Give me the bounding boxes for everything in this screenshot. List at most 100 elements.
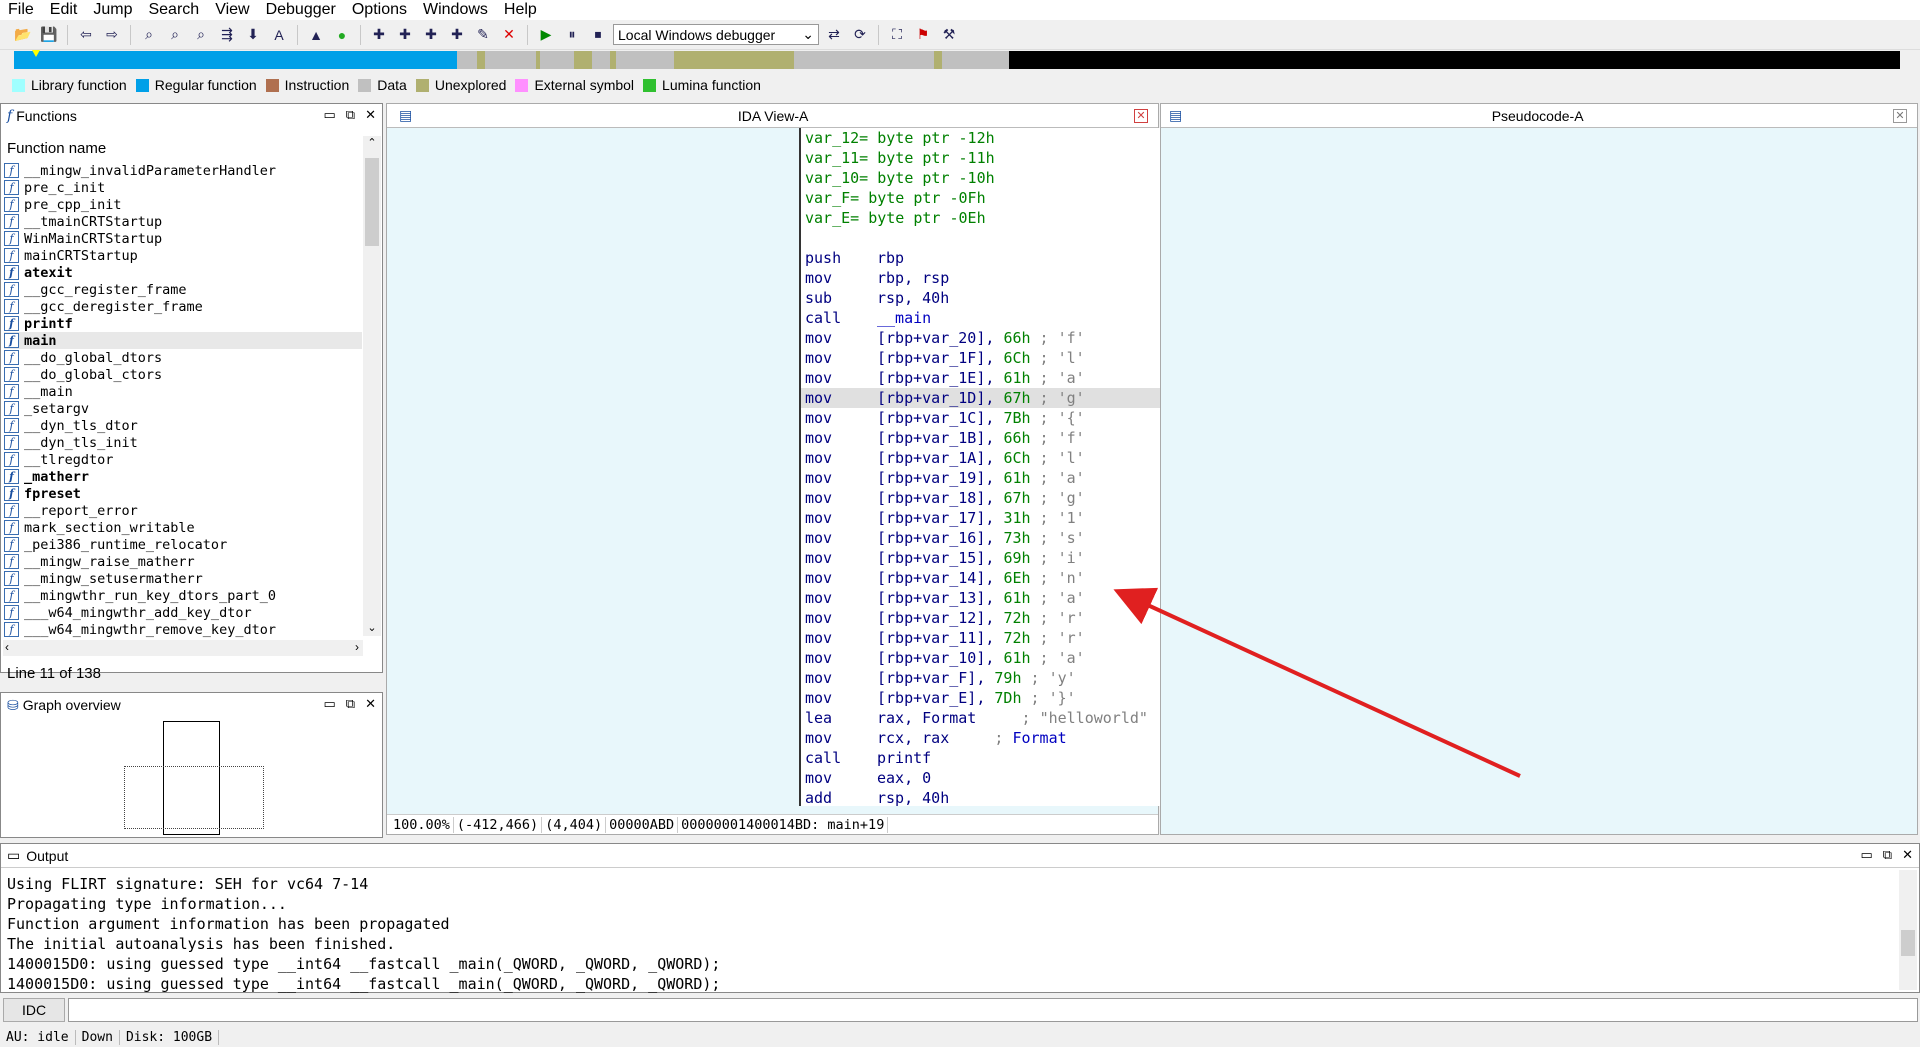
immediate-value: 67h [1003,489,1031,507]
graph-icon[interactable]: ▲ [305,24,327,46]
function-row[interactable]: f __do_global_dtors [4,349,362,366]
close-icon[interactable]: ✕ [1893,108,1907,123]
menu-options[interactable]: Options [344,0,415,20]
tab-ida-view[interactable]: ▤ IDA View-A ✕ [387,104,1158,128]
function-row[interactable]: f __tlregdtor [4,451,362,468]
scroll-right-icon[interactable]: › [355,640,359,654]
mnemonic: mov [805,669,833,687]
function-row[interactable]: f __dyn_tls_dtor [4,417,362,434]
close-icon[interactable]: ✕ [1902,847,1913,863]
idc-button[interactable]: IDC [3,998,65,1022]
menu-view[interactable]: View [207,0,257,20]
text-mode-icon[interactable]: A [268,24,290,46]
function-row[interactable]: f mark_section_writable [4,519,362,536]
functions-vscroll[interactable]: ⌃ ⌄ [363,136,381,636]
binoculars-bin-icon[interactable]: ⌕ [190,24,212,46]
breakpoint-icon[interactable]: ⛶ [886,24,908,46]
plugin-icon-4[interactable]: ✚ [446,24,468,46]
function-name: __mingw_invalidParameterHandler [24,162,276,179]
flag-icon[interactable]: ⚑ [912,24,934,46]
mnemonic: mov [805,689,833,707]
function-row[interactable]: f ___w64_mingwthr_remove_key_dtor [4,621,362,638]
binoculars-icon[interactable]: ⌕ [138,24,160,46]
function-row[interactable]: f mainCRTStartup [4,247,362,264]
function-row[interactable]: f ___w64_mingwthr_add_key_dtor [4,604,362,621]
delete-icon[interactable]: ✕ [498,24,520,46]
menu-edit[interactable]: Edit [42,0,86,20]
pause-icon[interactable]: ⏸ [561,24,583,46]
function-row[interactable]: f _pei386_runtime_relocator [4,536,362,553]
function-row[interactable]: f __gcc_deregister_frame [4,298,362,315]
scroll-left-icon[interactable]: ‹ [5,640,9,654]
function-row[interactable]: f __tmainCRTStartup [4,213,362,230]
menu-help[interactable]: Help [496,0,545,20]
scroll-thumb[interactable] [1901,930,1915,956]
comment: 'a' [1057,469,1085,487]
back-icon[interactable]: ⇦ [75,24,97,46]
function-row[interactable]: f __mingw_invalidParameterHandler [4,162,362,179]
navigation-band[interactable] [14,51,1902,69]
scroll-down-icon[interactable]: ⌄ [363,621,381,634]
tab-pseudocode[interactable]: ▤ Pseudocode-A ✕ [1161,104,1917,128]
function-row[interactable]: f __do_global_ctors [4,366,362,383]
function-row[interactable]: f atexit [4,264,362,281]
function-row[interactable]: f __dyn_tls_init [4,434,362,451]
minimize-icon[interactable]: ▭ [324,107,336,123]
close-icon[interactable]: ✕ [1134,108,1148,123]
close-icon[interactable]: ✕ [365,107,376,123]
scroll-thumb[interactable] [365,158,379,246]
menu-jump[interactable]: Jump [85,0,140,20]
menu-debugger[interactable]: Debugger [258,0,344,20]
nav-scrollbar[interactable] [1900,50,1920,106]
green-circle-icon[interactable]: ● [331,24,353,46]
float-icon[interactable]: ⧉ [346,107,355,123]
plugin-icon-5[interactable]: ✎ [472,24,494,46]
refresh-icon[interactable]: ⟳ [849,24,871,46]
open-icon[interactable]: 📂 [12,24,34,46]
jump-down-icon[interactable]: ⬇ [242,24,264,46]
function-row[interactable]: f _setargv [4,400,362,417]
save-icon[interactable]: 💾 [38,24,60,46]
function-row[interactable]: f fpreset [4,485,362,502]
menu-file[interactable]: File [0,0,42,20]
output-line: 1400015D0: using guessed type __int64 __… [7,975,721,993]
function-row[interactable]: f _matherr [4,468,362,485]
menu-windows[interactable]: Windows [415,0,496,20]
function-row[interactable]: f __gcc_register_frame [4,281,362,298]
graph-viewport[interactable] [124,766,264,829]
forward-icon[interactable]: ⇨ [101,24,123,46]
function-row[interactable]: f main [4,332,362,349]
float-icon[interactable]: ⧉ [346,696,355,712]
float-icon[interactable]: ⧉ [1883,847,1892,863]
function-row[interactable]: f pre_cpp_init [4,196,362,213]
debugger-select[interactable]: Local Windows debugger ⌄ [613,24,819,45]
function-row[interactable]: f __mingwthr_run_key_dtors_part_0 [4,587,362,604]
function-row[interactable]: f __mingw_setusermatherr [4,570,362,587]
output-vscroll[interactable] [1899,870,1917,990]
function-row[interactable]: f __main [4,383,362,400]
stop-icon[interactable]: ⏹ [587,24,609,46]
start-debug-icon[interactable]: ▶ [535,24,557,46]
close-icon[interactable]: ✕ [365,696,376,712]
operand: [rbp+var_15] [877,549,986,567]
plugin-icon-3[interactable]: ✚ [420,24,442,46]
function-row[interactable]: f pre_c_init [4,179,362,196]
tool-icon[interactable]: ⚒ [938,24,960,46]
binoculars-text-icon[interactable]: ⌕ [164,24,186,46]
column-header-function-name[interactable]: Function name [7,140,106,157]
function-row[interactable]: f __mingw_raise_matherr [4,553,362,570]
scroll-up-icon[interactable]: ⌃ [363,136,381,149]
function-row[interactable]: f __report_error [4,502,362,519]
attach-icon[interactable]: ⇄ [823,24,845,46]
plugin-icon-1[interactable]: ✚ [368,24,390,46]
command-input[interactable] [68,998,1918,1022]
minimize-icon[interactable]: ▭ [324,696,336,712]
function-row[interactable]: f printf [4,315,362,332]
menu-search[interactable]: Search [140,0,207,20]
comment: 'y' [1048,669,1076,687]
find-next-icon[interactable]: ⇶ [216,24,238,46]
function-row[interactable]: f WinMainCRTStartup [4,230,362,247]
functions-hscroll[interactable]: ‹ › [3,640,363,656]
plugin-icon-2[interactable]: ✚ [394,24,416,46]
minimize-icon[interactable]: ▭ [1861,847,1873,863]
